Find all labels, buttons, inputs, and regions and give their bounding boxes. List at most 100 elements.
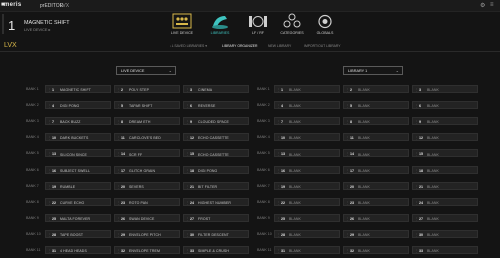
preset-slot[interactable]: ⋮⋮ 8 BLANK xyxy=(343,117,409,126)
preset-slot[interactable]: ⋮⋮ 10 DARK BUCKETS xyxy=(45,133,111,142)
nav-libraries[interactable]: LIBRARIES xyxy=(205,13,235,38)
preset-slot-number: 19 xyxy=(52,184,56,189)
preset-slot-name: SCR FF xyxy=(129,152,143,157)
import-library-button[interactable]: IMPORT/OUT LIBRARY xyxy=(304,44,341,48)
preset-slot[interactable]: ⋮⋮ 31 4 HEAD HEADS xyxy=(45,246,111,254)
settings-icon[interactable]: ⚙ xyxy=(480,2,485,9)
preset-slot[interactable]: ⋮⋮ 16 SUBJECT SWELL xyxy=(45,165,111,174)
preset-slot[interactable]: ⋮⋮ 20 BLANK xyxy=(343,181,409,190)
preset-slot[interactable]: ⋮⋮ 32 ENVELOPE TREM xyxy=(114,246,180,254)
globals-icon xyxy=(318,14,332,29)
preset-slot[interactable]: ⋮⋮ 1 BLANK xyxy=(274,85,340,93)
preset-slot[interactable]: ⋮⋮ 18 DIGI PONG xyxy=(183,165,249,174)
preset-slot[interactable]: ⋮⋮ 9 CLOUDED SPACE xyxy=(183,117,249,126)
preset-slot-name: BLANK xyxy=(289,152,301,157)
preset-slot[interactable]: ⋮⋮ 22 CURVE ECHO xyxy=(45,197,111,206)
preset-slot[interactable]: ⋮⋮ 13 BLANK xyxy=(274,149,340,158)
preset-slot-name: ECHO CASSETTE xyxy=(198,152,229,157)
preset-slot[interactable]: ⋮⋮ 7 BACK BUZZ xyxy=(45,117,111,126)
preset-slot-number: 13 xyxy=(52,152,56,157)
preset-slot[interactable]: ⋮⋮ 27 BLANK xyxy=(412,213,478,222)
preset-slot[interactable]: ⋮⋮ 13 SILICON SINCE xyxy=(45,149,111,158)
preset-slot[interactable]: ⋮⋮ 8 DREAM ETH xyxy=(114,117,180,126)
preset-slot[interactable]: ⋮⋮ 3 BLANK xyxy=(412,85,478,93)
preset-slot[interactable]: ⋮⋮ 29 ENVELOPE PITCH xyxy=(114,229,180,238)
preset-slot[interactable]: ⋮⋮ 25 BLANK xyxy=(274,213,340,222)
preset-slot[interactable]: ⋮⋮ 4 BLANK xyxy=(274,101,340,110)
preset-slot[interactable]: ⋮⋮ 24 BLANK xyxy=(412,197,478,206)
preset-slot[interactable]: ⋮⋮ 23 ROTO PAN xyxy=(114,197,180,206)
preset-slot-name: TAPE BOOST xyxy=(60,233,84,238)
preset-slot[interactable]: ⋮⋮ 26 SWAN DEVICE xyxy=(114,213,180,222)
preset-slot[interactable]: ⋮⋮ 10 BLANK xyxy=(274,133,340,142)
preset-slot[interactable]: ⋮⋮ 19 RUMBLE xyxy=(45,181,111,190)
preset-slot[interactable]: ⋮⋮ 3 CINEMA xyxy=(183,85,249,93)
preset-slot[interactable]: ⋮⋮ 28 BLANK xyxy=(274,229,340,238)
preset-slot-number: 25 xyxy=(281,216,285,221)
preset-slot-number: 12 xyxy=(190,136,194,141)
nav-lf-rf[interactable]: LF / RF xyxy=(243,13,273,38)
preset-slot-number: 16 xyxy=(52,168,56,173)
preset-slot[interactable]: ⋮⋮ 28 TAPE BOOST xyxy=(45,229,111,238)
preset-slot[interactable]: ⋮⋮ 17 GLITCH GRAIN xyxy=(114,165,180,174)
preset-slot[interactable]: ⋮⋮ 12 BLANK xyxy=(412,133,478,142)
preset-slot-number: 20 xyxy=(121,184,125,189)
preset-slot[interactable]: ⋮⋮ 6 REVERSE xyxy=(183,101,249,110)
preset-slot[interactable]: ⋮⋮ 4 DIGI PONG xyxy=(45,101,111,110)
preset-slot[interactable]: ⋮⋮ 12 ECHO CASSETTE xyxy=(183,133,249,142)
tab-library-organizer[interactable]: LIBRARY ORGANIZER xyxy=(222,44,258,48)
preset-slot[interactable]: ⋮⋮ 1 MAGNETIC SHIFT xyxy=(45,85,111,93)
preset-slot[interactable]: ⋮⋮ 21 BIT FILTER xyxy=(183,181,249,190)
preset-slot[interactable]: ⋮⋮ 2 BLANK xyxy=(343,85,409,93)
preset-slot[interactable]: ⋮⋮ 24 HIGHEST NUMBER xyxy=(183,197,249,206)
preset-slot[interactable]: ⋮⋮ 2 POLY STEP xyxy=(114,85,180,93)
preset-slot[interactable]: ⋮⋮ 27 FROST xyxy=(183,213,249,222)
preset-slot[interactable]: ⋮⋮ 30 FILTER DESCENT xyxy=(183,229,249,238)
preset-device[interactable]: LIVE DEVICE ▸ xyxy=(24,27,50,32)
new-library-button[interactable]: NEW LIBRARY xyxy=(268,44,291,48)
preset-slot[interactable]: ⋮⋮ 9 BLANK xyxy=(412,117,478,126)
target-select[interactable]: LIBRARY 1 ⌄ xyxy=(343,66,403,75)
preset-slot-name: SEVERS xyxy=(129,184,144,189)
preset-slot[interactable]: ⋮⋮ 15 ECHO CASSETTE xyxy=(183,149,249,158)
preset-slot[interactable]: ⋮⋮ 20 SEVERS xyxy=(114,181,180,190)
preset-slot-name: 4 HEAD HEADS xyxy=(60,249,87,254)
preset-slot-name: BLANK xyxy=(358,88,370,93)
preset-slot[interactable]: ⋮⋮ 29 BLANK xyxy=(343,229,409,238)
nav-globals[interactable]: GLOBALS xyxy=(310,13,340,38)
saved-libraries-dropdown[interactable]: ↓L SAVED LIBRARIES ▾ xyxy=(170,44,207,48)
preset-slot[interactable]: ⋮⋮ 7 BLANK xyxy=(274,117,340,126)
preset-slot[interactable]: ⋮⋮ 23 BLANK xyxy=(343,197,409,206)
nav-live-device[interactable]: LIVE DEVICE xyxy=(167,13,197,38)
preset-slot[interactable]: ⋮⋮ 25 MALTA FOREVER xyxy=(45,213,111,222)
preset-slot[interactable]: ⋮⋮ 17 BLANK xyxy=(343,165,409,174)
nav-categories[interactable]: CATEGORIES xyxy=(277,13,307,38)
preset-slot[interactable]: ⋮⋮ 30 BLANK xyxy=(412,229,478,238)
preset-slot[interactable]: ⋮⋮ 16 BLANK xyxy=(274,165,340,174)
preset-slot[interactable]: ⋮⋮ 22 BLANK xyxy=(274,197,340,206)
preset-slot[interactable]: ⋮⋮ 5 BLANK xyxy=(343,101,409,110)
preset-slot-name: DIGI PONG xyxy=(60,104,80,109)
preset-slot[interactable]: ⋮⋮ 32 BLANK xyxy=(343,246,409,254)
preset-slot[interactable]: ⋮⋮ 18 BLANK xyxy=(412,165,478,174)
preset-slot-name: ENVELOPE TREM xyxy=(129,249,160,254)
preset-slot[interactable]: ⋮⋮ 14 BLANK xyxy=(343,149,409,158)
preset-slot-name: BLANK xyxy=(289,120,301,125)
preset-slot[interactable]: ⋮⋮ 33 SIMPLE & CRUSH xyxy=(183,246,249,254)
preset-slot[interactable]: ⋮⋮ 14 SCR FF xyxy=(114,149,180,158)
preset-slot[interactable]: ⋮⋮ 15 BLANK xyxy=(412,149,478,158)
preset-slot[interactable]: ⋮⋮ 11 BLANK xyxy=(343,133,409,142)
source-select[interactable]: LIVE DEVICE ⌄ xyxy=(116,66,176,75)
preset-slot[interactable]: ⋮⋮ 33 BLANK xyxy=(412,246,478,254)
preset-slot-name: DARK BUCKETS xyxy=(60,136,89,141)
preset-name[interactable]: MAGNETIC SHIFT xyxy=(24,20,70,26)
preset-slot[interactable]: ⋮⋮ 31 BLANK xyxy=(274,246,340,254)
preset-slot[interactable]: ⋮⋮ 5 TAPAR SHIFT xyxy=(114,101,180,110)
preset-slot[interactable]: ⋮⋮ 11 CARCLOVE'S BED xyxy=(114,133,180,142)
menu-icon[interactable]: ≡ xyxy=(490,2,494,8)
lf-rf-icon xyxy=(249,16,267,27)
preset-slot[interactable]: ⋮⋮ 26 BLANK xyxy=(343,213,409,222)
preset-slot[interactable]: ⋮⋮ 21 BLANK xyxy=(412,181,478,190)
preset-slot[interactable]: ⋮⋮ 6 BLANK xyxy=(412,101,478,110)
preset-slot[interactable]: ⋮⋮ 19 BLANK xyxy=(274,181,340,190)
